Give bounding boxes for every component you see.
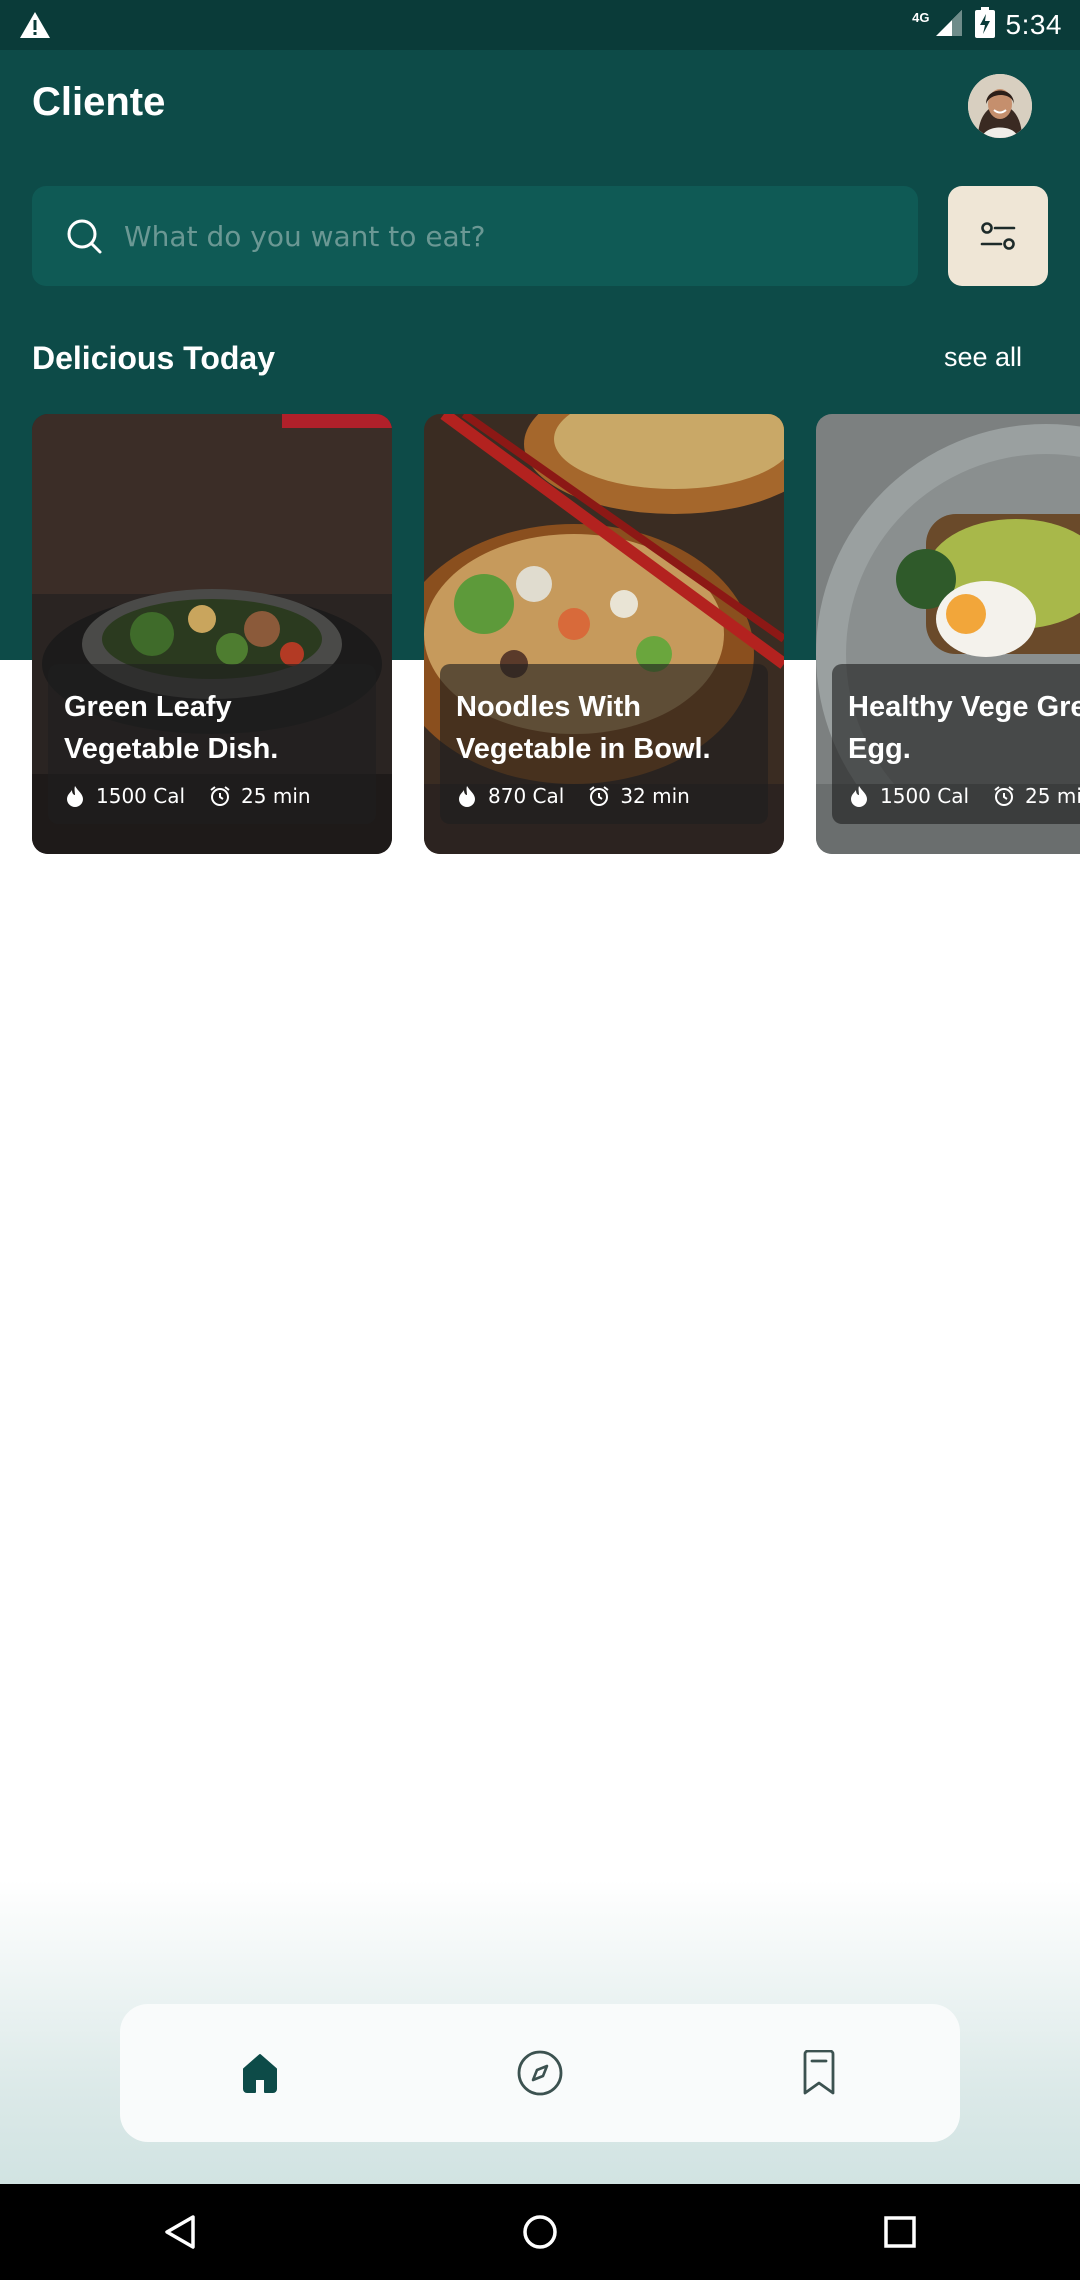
recipe-carousel[interactable]: Green Leafy Vegetable Dish. 1500 Cal 25 … [0, 414, 1080, 854]
clock: 5:34 [1005, 9, 1062, 40]
recipe-card[interactable]: Noodles With Vegetable in Bowl. 870 Cal … [424, 414, 784, 854]
alarm-clock-icon [589, 786, 609, 806]
recipe-time: 25 min [1025, 784, 1080, 808]
recipe-card[interactable]: Healthy Vege Green Egg. 1500 Cal 25 min [816, 414, 1080, 854]
alarm-clock-icon [210, 786, 230, 806]
home-circle-icon [523, 2215, 557, 2249]
home-icon [243, 2054, 277, 2093]
flame-icon [851, 786, 867, 807]
recipe-calories: 870 Cal [488, 784, 565, 808]
signal-icon [934, 8, 964, 43]
back-button[interactable] [158, 2210, 202, 2254]
recipe-name: Green Leafy Vegetable Dish. [64, 691, 279, 765]
recipe-calories: 1500 Cal [880, 784, 970, 808]
bottom-navigation [120, 2004, 960, 2142]
bookmark-icon [803, 2050, 835, 2095]
status-bar: 4G 5:34 [0, 0, 1080, 50]
filter-sliders-icon [980, 222, 1016, 250]
app-screen: 4G 5:34 Cliente What do you want to eat?… [0, 0, 1080, 2280]
search-icon [67, 219, 102, 254]
recipe-name: Healthy Vege Green Egg. [848, 691, 1080, 765]
nav-home[interactable] [225, 2038, 295, 2108]
battery-charging-icon [974, 6, 996, 44]
alarm-clock-icon [994, 786, 1014, 806]
recipe-info: Noodles With Vegetable in Bowl. 870 Cal … [440, 664, 768, 824]
compass-icon [517, 2050, 563, 2096]
home-button[interactable] [518, 2210, 562, 2254]
recipe-card[interactable]: Green Leafy Vegetable Dish. 1500 Cal 25 … [32, 414, 392, 854]
recipe-info: Healthy Vege Green Egg. 1500 Cal 25 min [832, 664, 1080, 824]
flame-icon [67, 786, 83, 807]
recipe-name: Noodles With Vegetable in Bowl. [456, 691, 711, 765]
warning-icon [18, 10, 52, 45]
system-navigation-bar [0, 2184, 1080, 2280]
section-title: Delicious Today [32, 340, 276, 376]
recipe-time: 32 min [620, 784, 690, 808]
status-icons: 4G 5:34 [912, 0, 1062, 50]
back-triangle-icon [165, 2215, 195, 2249]
filter-button[interactable] [948, 186, 1048, 286]
search-input[interactable] [124, 206, 918, 266]
recipe-calories: 1500 Cal [96, 784, 186, 808]
see-all-link[interactable]: see all [944, 342, 1022, 373]
recipe-info: Green Leafy Vegetable Dish. 1500 Cal 25 … [48, 664, 376, 824]
recents-button[interactable] [878, 2210, 922, 2254]
network-type: 4G [912, 9, 930, 25]
recipe-meta: 870 Cal 32 min [456, 784, 690, 808]
flame-icon [459, 786, 475, 807]
avatar[interactable] [968, 74, 1032, 138]
recipe-time: 25 min [241, 784, 311, 808]
recipe-meta: 1500 Cal 25 min [848, 784, 1080, 808]
recipe-meta: 1500 Cal 25 min [64, 784, 311, 808]
search-bar[interactable] [32, 186, 918, 286]
nav-saved[interactable] [784, 2038, 854, 2108]
recents-square-icon [884, 2216, 916, 2248]
nav-explore[interactable] [505, 2038, 575, 2108]
page-title: Cliente [32, 80, 166, 124]
